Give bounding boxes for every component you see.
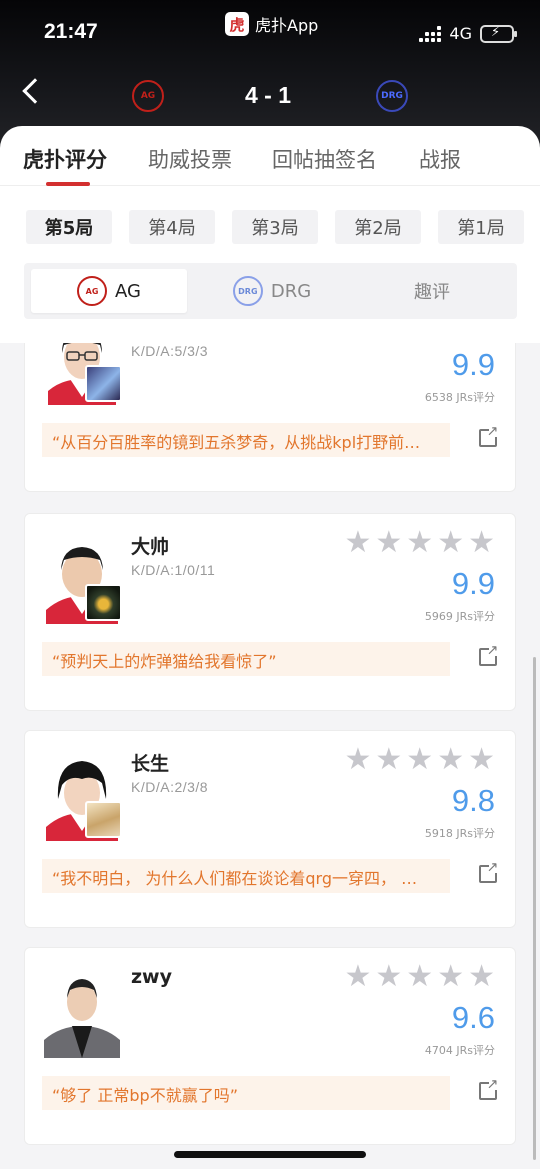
- rating-count: 4704 JRs评分: [424, 1044, 495, 1057]
- star-icon[interactable]: ★: [437, 528, 464, 558]
- rating-count: 6538 JRs评分: [424, 391, 495, 404]
- player-card[interactable]: 大帅 K/D/A:1/0/11 ★ ★ ★ ★ ★ 9.9 5969 JRs评分 “预判…: [24, 513, 516, 711]
- ag-logo-icon: AG: [77, 276, 108, 306]
- share-icon[interactable]: ↑: [479, 858, 502, 883]
- star-icon[interactable]: ★: [344, 745, 371, 775]
- player-rating: 9.9: [451, 566, 495, 601]
- tab-reply-draw[interactable]: 回帖抽签名: [272, 144, 377, 174]
- team-tab-ag[interactable]: AG AG: [31, 269, 187, 313]
- player-card[interactable]: 长生 K/D/A:2/3/8 ★ ★ ★ ★ ★ 9.8 5918 JRs评分 “我不明…: [24, 730, 516, 928]
- star-icon[interactable]: ★: [375, 962, 402, 992]
- status-time: 21:47: [44, 20, 98, 43]
- star-icon[interactable]: ★: [375, 745, 402, 775]
- match-score: 4 - 1: [245, 82, 292, 108]
- tab-report[interactable]: 战报: [419, 144, 461, 174]
- status-app-indicator[interactable]: 虎 虎扑App: [225, 12, 318, 36]
- round-2[interactable]: 第2局: [335, 210, 421, 244]
- top-comment[interactable]: “我不明白， 为什么人们都在谈论着qrg一穿四， …: [42, 859, 450, 893]
- player-rating: 9.9: [451, 347, 495, 382]
- back-icon[interactable]: [22, 78, 48, 104]
- player-name: zwy: [131, 966, 172, 988]
- star-icon[interactable]: ★: [344, 962, 371, 992]
- star-icon[interactable]: ★: [344, 528, 371, 558]
- hupu-app-icon: 虎: [225, 12, 249, 36]
- top-comment[interactable]: “从百分百胜率的镜到五杀梦奇，从挑战kpl打野前…: [42, 423, 450, 457]
- share-icon[interactable]: ↑: [479, 1075, 502, 1100]
- round-5[interactable]: 第5局: [26, 210, 112, 244]
- tab-cheer-vote[interactable]: 助威投票: [148, 144, 232, 174]
- player-rating: 9.6: [451, 1000, 495, 1035]
- star-icon[interactable]: ★: [437, 745, 464, 775]
- home-indicator[interactable]: [174, 1151, 366, 1158]
- player-list[interactable]: K/D/A:5/3/3 ★★★★★ 9.9 6538 JRs评分 “从百分百胜率…: [0, 343, 540, 1169]
- ag-team-logo: AG: [132, 80, 164, 112]
- rating-count: 5969 JRs评分: [424, 610, 495, 623]
- player-name: 长生: [131, 753, 170, 775]
- scrollbar[interactable]: [533, 657, 536, 1160]
- round-4[interactable]: 第4局: [129, 210, 215, 244]
- star-icon[interactable]: ★: [468, 745, 495, 775]
- team-tab-fun[interactable]: 趣评: [354, 269, 510, 313]
- active-tab-indicator: [46, 182, 90, 186]
- share-icon[interactable]: ↑: [479, 422, 502, 447]
- star-icon[interactable]: ★: [406, 528, 433, 558]
- main-tabs: 虎扑评分 助威投票 回帖抽签名 战报: [0, 126, 540, 186]
- star-icon[interactable]: ★: [468, 962, 495, 992]
- player-avatar: [42, 966, 122, 1058]
- round-selector: 第5局 第4局 第3局 第2局 第1局: [26, 210, 524, 244]
- player-kda: K/D/A:1/0/11: [131, 562, 216, 578]
- drg-logo-icon: DRG: [232, 276, 263, 306]
- star-icon[interactable]: ★: [375, 528, 402, 558]
- player-rating: 9.8: [451, 783, 495, 818]
- star-icon[interactable]: ★: [406, 745, 433, 775]
- team-switcher: AG AG DRG DRG 趣评: [24, 263, 517, 319]
- rating-stars[interactable]: ★ ★ ★ ★ ★: [344, 528, 495, 558]
- player-name: 大帅: [131, 536, 170, 558]
- team-tab-fun-label: 趣评: [414, 282, 450, 303]
- star-icon[interactable]: ★: [437, 962, 464, 992]
- share-icon[interactable]: ↑: [479, 641, 502, 666]
- hero-icon: [85, 365, 122, 402]
- star-icon[interactable]: ★: [468, 528, 495, 558]
- rating-stars[interactable]: ★ ★ ★ ★ ★: [344, 962, 495, 992]
- signal-icon: [419, 25, 442, 42]
- player-kda: K/D/A:2/3/8: [131, 779, 209, 795]
- status-app-name: 虎扑App: [255, 16, 319, 35]
- top-comment[interactable]: “够了 正常bp不就赢了吗”: [42, 1076, 450, 1110]
- hero-icon: [85, 801, 122, 838]
- network-label: 4G: [449, 24, 472, 43]
- round-3[interactable]: 第3局: [232, 210, 318, 244]
- round-1[interactable]: 第1局: [438, 210, 524, 244]
- battery-icon: ⚡: [480, 24, 517, 43]
- rating-stars[interactable]: ★ ★ ★ ★ ★: [344, 745, 495, 775]
- hero-icon: [85, 584, 122, 621]
- tab-hupu-rating[interactable]: 虎扑评分: [23, 144, 107, 174]
- player-card[interactable]: zwy ★ ★ ★ ★ ★ 9.6 4704 JRs评分 “够了 正常bp不就赢了吗” …: [24, 947, 516, 1145]
- top-comment[interactable]: “预判天上的炸弹猫给我看惊了”: [42, 642, 450, 676]
- team-tab-ag-label: AG: [115, 280, 141, 302]
- rating-count: 5918 JRs评分: [424, 827, 495, 840]
- status-indicators: 4G ⚡: [419, 24, 517, 43]
- star-icon[interactable]: ★: [406, 962, 433, 992]
- team-tab-drg[interactable]: DRG DRG: [194, 269, 350, 313]
- player-card[interactable]: K/D/A:5/3/3 ★★★★★ 9.9 6538 JRs评分 “从百分百胜率…: [24, 343, 516, 492]
- drg-team-logo: DRG: [376, 80, 408, 112]
- player-kda: K/D/A:5/3/3: [131, 343, 209, 359]
- team-tab-drg-label: DRG: [270, 280, 312, 302]
